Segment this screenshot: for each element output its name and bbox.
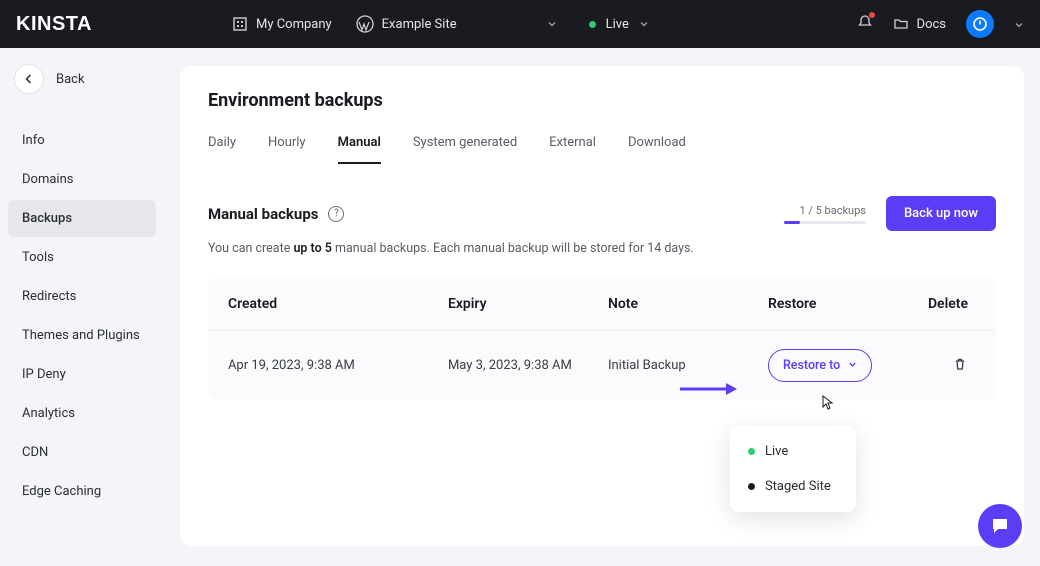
main-card: Environment backups Daily Hourly Manual Sys…: [180, 66, 1024, 546]
sidebar-item-domains[interactable]: Domains: [8, 161, 156, 198]
env-label: Live: [606, 17, 629, 32]
site-label: Example Site: [382, 17, 457, 32]
sidebar-item-tools[interactable]: Tools: [8, 239, 156, 276]
site-selector[interactable]: Example Site: [356, 15, 565, 33]
chat-bubble-button[interactable]: [978, 504, 1022, 548]
tab-manual[interactable]: Manual: [338, 135, 381, 164]
sidebar: Back InfoDomainsBackupsToolsRedirectsThe…: [0, 48, 164, 566]
col-restore: Restore: [768, 296, 928, 312]
logo-text: KINSTA: [16, 13, 92, 36]
status-dot: [748, 483, 755, 490]
back-row: Back: [14, 64, 156, 94]
notifications-button[interactable]: [857, 14, 873, 34]
tab-hourly[interactable]: Hourly: [268, 135, 306, 164]
status-dot: [748, 448, 755, 455]
env-selector[interactable]: Live: [589, 17, 657, 32]
sidebar-nav: InfoDomainsBackupsToolsRedirectsThemes a…: [8, 122, 156, 510]
wordpress-icon: [356, 15, 374, 33]
dropdown-item-label: Staged Site: [765, 479, 831, 494]
sidebar-item-themes-and-plugins[interactable]: Themes and Plugins: [8, 317, 156, 354]
backup-now-button[interactable]: Back up now: [886, 196, 996, 231]
topbar-right: Docs: [857, 10, 1024, 38]
user-avatar[interactable]: [966, 10, 994, 38]
sidebar-item-ip-deny[interactable]: IP Deny: [8, 356, 156, 393]
col-note: Note: [608, 296, 768, 312]
cell-note: Initial Backup: [608, 358, 768, 373]
annotation-arrow: [680, 382, 738, 396]
tab-download[interactable]: Download: [628, 135, 686, 164]
sidebar-item-analytics[interactable]: Analytics: [8, 395, 156, 432]
tab-daily[interactable]: Daily: [208, 135, 236, 164]
sidebar-item-info[interactable]: Info: [8, 122, 156, 159]
delete-button[interactable]: [952, 356, 968, 372]
cursor-icon: [818, 394, 834, 416]
sidebar-item-edge-caching[interactable]: Edge Caching: [8, 473, 156, 510]
dropdown-item-label: Live: [765, 444, 788, 459]
user-menu-chevron[interactable]: [1014, 15, 1024, 34]
cell-expiry: May 3, 2023, 9:38 AM: [448, 358, 608, 373]
folder-icon: [893, 16, 909, 32]
col-created: Created: [228, 296, 448, 312]
sidebar-item-redirects[interactable]: Redirects: [8, 278, 156, 315]
tab-external[interactable]: External: [549, 135, 596, 164]
company-label: My Company: [256, 17, 332, 32]
topbar: KINSTA My Company Example Site Live: [0, 0, 1040, 48]
logo[interactable]: KINSTA: [16, 13, 92, 36]
dropdown-item-staged-site[interactable]: Staged Site: [730, 469, 856, 504]
sidebar-item-cdn[interactable]: CDN: [8, 434, 156, 471]
docs-link[interactable]: Docs: [893, 16, 946, 32]
chevron-down-icon: [547, 19, 557, 29]
back-label: Back: [56, 72, 85, 87]
progress-label: 1 / 5 backups: [799, 204, 866, 217]
table-header: Created Expiry Note Restore Delete: [208, 278, 996, 330]
dropdown-item-live[interactable]: Live: [730, 434, 856, 469]
col-delete: Delete: [928, 296, 976, 312]
notification-badge: [869, 12, 875, 18]
tabs: Daily Hourly Manual System generated Externa…: [208, 135, 996, 164]
docs-label: Docs: [917, 17, 946, 32]
section-description: You can create up to 5 manual backups. E…: [208, 241, 996, 256]
chevron-down-icon: [639, 19, 649, 29]
table-row: Apr 19, 2023, 9:38 AMMay 3, 2023, 9:38 A…: [208, 330, 996, 400]
live-status-dot: [589, 21, 596, 28]
progress-bar: [784, 221, 866, 224]
restore-dropdown: Live Staged Site: [730, 426, 856, 512]
tab-system-generated[interactable]: System generated: [413, 135, 517, 164]
company-selector[interactable]: My Company: [232, 16, 332, 32]
progress-indicator: 1 / 5 backups: [784, 204, 866, 224]
sidebar-item-backups[interactable]: Backups: [8, 200, 156, 237]
backups-table: Created Expiry Note Restore Delete Apr 1…: [208, 278, 996, 400]
page-title: Environment backups: [208, 90, 996, 111]
section-title: Manual backups: [208, 205, 319, 223]
help-icon[interactable]: ?: [328, 206, 344, 222]
chevron-down-icon: [848, 358, 857, 373]
cell-created: Apr 19, 2023, 9:38 AM: [228, 358, 448, 373]
section-header: Manual backups ? 1 / 5 backups Back up n…: [208, 196, 996, 231]
back-button[interactable]: [14, 64, 44, 94]
restore-to-button[interactable]: Restore to: [768, 349, 872, 382]
building-icon: [232, 16, 248, 32]
col-expiry: Expiry: [448, 296, 608, 312]
